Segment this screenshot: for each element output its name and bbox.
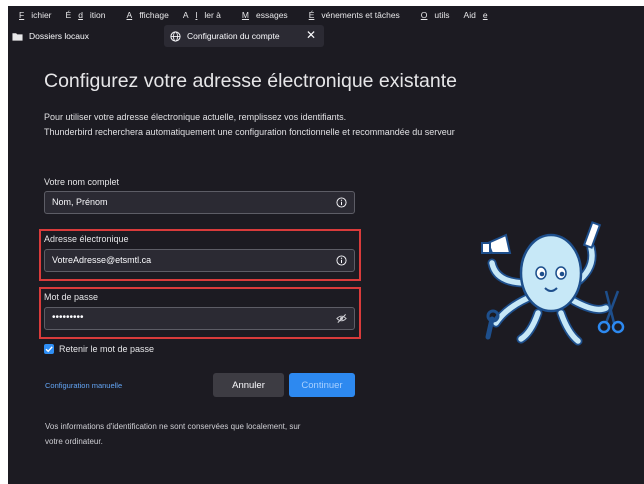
- menu-evenements[interactable]: Événements et tâches: [300, 10, 405, 20]
- folder-icon: [12, 32, 23, 41]
- name-label: Votre nom complet: [44, 177, 120, 187]
- footer-line-1: Vos informations d'identification ne son…: [45, 422, 301, 431]
- remember-password-checkbox[interactable]: Retenir le mot de passe: [44, 344, 154, 354]
- tab-label: Configuration du compte: [187, 31, 280, 41]
- menu-affichage[interactable]: Affichage: [118, 10, 174, 20]
- menu-edition[interactable]: Éd ition: [64, 10, 111, 20]
- cancel-button[interactable]: Annuler: [213, 373, 284, 397]
- name-value: Nom, Prénom: [52, 197, 108, 207]
- subtitle-line-2: Thunderbird recherchera automatiquement …: [44, 127, 455, 137]
- tab-bar: Dossiers locaux Configuration du compte …: [8, 24, 644, 48]
- footer-line-2: votre ordinateur.: [45, 437, 103, 446]
- email-label: Adresse électronique: [44, 234, 129, 244]
- name-field[interactable]: Nom, Prénom: [44, 191, 355, 214]
- password-label: Mot de passe: [44, 292, 99, 302]
- menu-outils[interactable]: Outils: [412, 10, 455, 20]
- page-title: Configurez votre adresse électronique ex…: [44, 70, 457, 92]
- menu-bar: Fichier Éd ition Affichage Al ler à Messag…: [8, 6, 644, 24]
- tab-dossiers-locaux[interactable]: Dossiers locaux: [12, 25, 142, 47]
- menu-aller-a[interactable]: Al ler à: [181, 10, 226, 20]
- thunderbird-window: Fichier Éd ition Affichage Al ler à Messag…: [8, 6, 644, 484]
- email-value: VotreAdresse@etsmtl.ca: [52, 255, 152, 265]
- password-field[interactable]: •••••••••: [44, 307, 355, 330]
- checkbox-checked-icon[interactable]: [44, 344, 54, 354]
- email-field[interactable]: VotreAdresse@etsmtl.ca: [44, 249, 355, 272]
- account-setup-page: Configurez votre adresse électronique ex…: [8, 48, 644, 484]
- info-icon[interactable]: [336, 197, 347, 208]
- menu-messages[interactable]: Messages: [233, 10, 293, 20]
- octopus-mascot-illustration: [481, 221, 625, 346]
- remember-password-label: Retenir le mot de passe: [59, 344, 155, 354]
- manual-configuration-link[interactable]: Configuration manuelle: [45, 381, 122, 390]
- eye-slash-icon[interactable]: [336, 313, 347, 324]
- globe-icon: [170, 30, 181, 42]
- tab-configuration-du-compte[interactable]: Configuration du compte ✕: [164, 25, 324, 47]
- tab-label: Dossiers locaux: [29, 31, 89, 41]
- menu-aide[interactable]: Aid e: [462, 10, 500, 20]
- subtitle-line-1: Pour utiliser votre adresse électronique…: [44, 112, 347, 122]
- info-icon[interactable]: [336, 255, 347, 266]
- password-value: •••••••••: [52, 312, 84, 323]
- continue-button[interactable]: Continuer: [289, 373, 355, 397]
- menu-fichier[interactable]: Fichier: [10, 10, 57, 20]
- close-tab-icon[interactable]: ✕: [306, 29, 316, 41]
